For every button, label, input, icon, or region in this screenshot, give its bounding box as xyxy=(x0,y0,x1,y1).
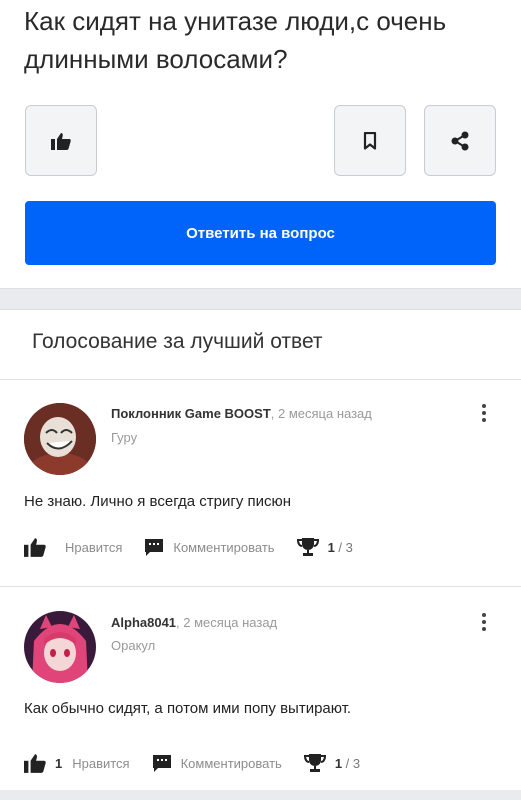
avatar-image xyxy=(24,403,96,475)
answer-actions: Нравится Комментировать 1 / 3 xyxy=(24,535,375,559)
answer-question-button[interactable]: Ответить на вопрос xyxy=(25,201,496,265)
answer-actions: 1 Нравится Комментировать 1 / 3 xyxy=(24,751,382,775)
thumbs-up-icon xyxy=(51,132,71,150)
score-total: / 3 xyxy=(342,755,361,771)
like-button[interactable]: Нравится xyxy=(24,537,122,557)
score-current: 1 xyxy=(327,539,335,555)
kebab-menu-icon[interactable] xyxy=(478,613,490,635)
avatar-image xyxy=(24,611,96,683)
voting-title: Голосование за лучший ответ xyxy=(32,330,323,353)
answer-time: , 2 месяца назад xyxy=(176,615,278,630)
bookmark-icon xyxy=(363,131,377,150)
question-title: Как сидят на унитазе люди,с очень длинны… xyxy=(24,6,447,74)
voting-card: Голосование за лучший ответ Поклонник Ga… xyxy=(0,309,521,800)
score-total: / 3 xyxy=(334,539,353,555)
kebab-menu-icon[interactable] xyxy=(478,404,490,426)
comment-label: Комментировать xyxy=(180,755,282,771)
author-name[interactable]: Поклонник Game BOOST xyxy=(111,406,271,421)
question-card: Как сидят на унитазе люди,с очень длинны… xyxy=(0,0,521,289)
trophy-icon xyxy=(296,538,319,556)
answer-text: Не знаю. Лично я всегда стригу писюн xyxy=(24,493,292,510)
author-rank: Оракул xyxy=(111,638,156,653)
share-icon xyxy=(451,131,469,150)
comment-label: Комментировать xyxy=(173,539,275,555)
like-label: Нравится xyxy=(72,755,130,771)
vote-score[interactable]: 1 / 3 xyxy=(296,537,353,557)
answer-time: , 2 месяца назад xyxy=(270,406,372,421)
author-line: Alpha8041, 2 месяца назад xyxy=(111,615,277,630)
avatar[interactable] xyxy=(24,403,96,475)
thumbs-up-icon xyxy=(24,754,46,773)
bookmark-button[interactable] xyxy=(334,105,406,176)
comment-icon xyxy=(145,539,164,556)
author-line: Поклонник Game BOOST, 2 месяца назад xyxy=(111,406,372,421)
like-count: 1 xyxy=(55,755,63,771)
answer-item: Alpha8041, 2 месяца назад Оракул Как обы… xyxy=(0,587,521,797)
answer-text: Как обычно сидят, а потом ими попу вытир… xyxy=(24,700,352,717)
like-button[interactable]: 1 Нравится xyxy=(24,753,130,773)
score-current: 1 xyxy=(334,755,343,771)
share-button[interactable] xyxy=(424,105,496,176)
thumbs-up-icon xyxy=(24,538,46,557)
vote-score[interactable]: 1 / 3 xyxy=(303,753,361,773)
author-name[interactable]: Alpha8041 xyxy=(111,615,176,630)
like-label: Нравится xyxy=(65,539,123,555)
answer-item: Поклонник Game BOOST, 2 месяца назад Гур… xyxy=(0,380,521,586)
trophy-icon xyxy=(303,754,326,772)
author-rank: Гуру xyxy=(111,430,138,445)
comment-button[interactable]: Комментировать xyxy=(152,753,282,773)
comment-button[interactable]: Комментировать xyxy=(144,537,275,557)
like-question-button[interactable] xyxy=(25,105,97,176)
avatar[interactable] xyxy=(24,611,96,683)
page-bottom-gap xyxy=(0,790,521,800)
comment-icon xyxy=(152,755,171,772)
